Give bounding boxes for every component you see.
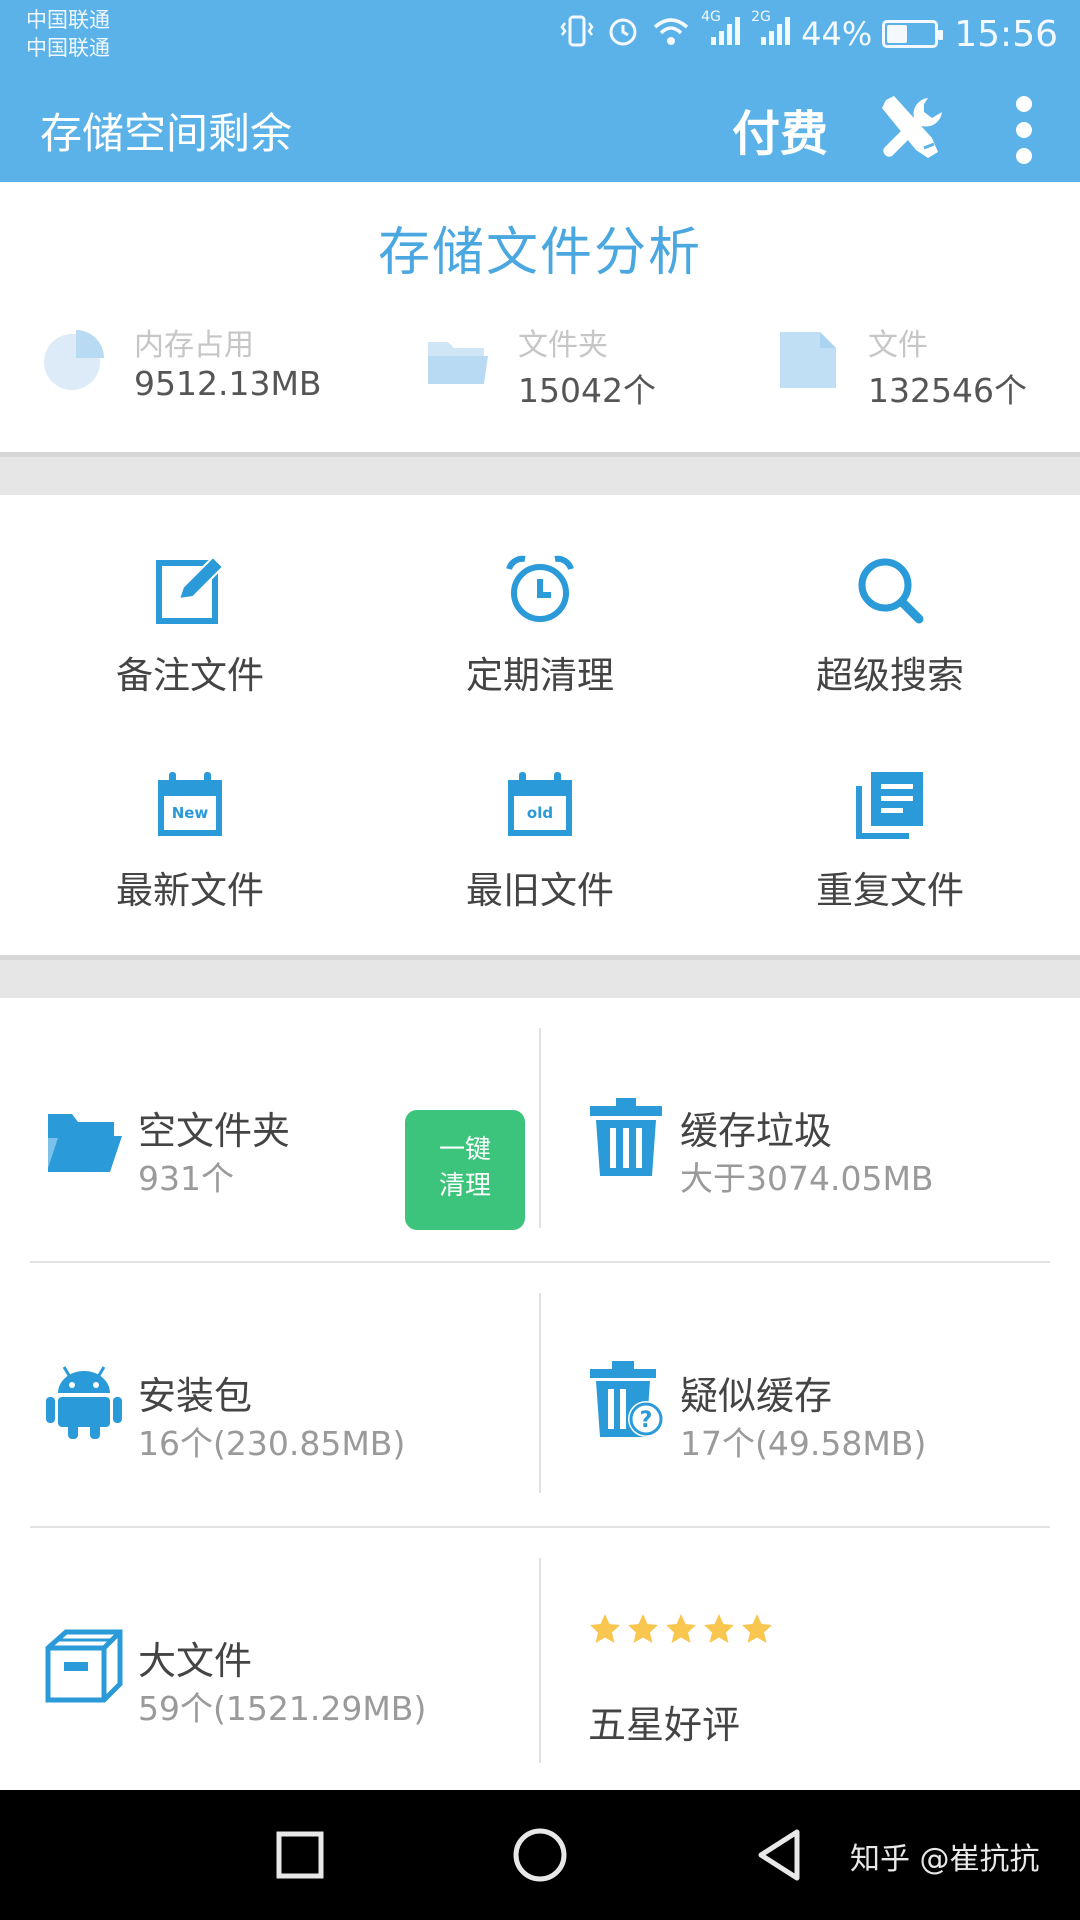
tool-newest-files[interactable]: New 最新文件 [10, 710, 370, 920]
watermark: 知乎 @崔抗抗 [850, 1842, 1040, 1877]
tool-label: 备注文件 [116, 654, 264, 697]
svg-text:?: ? [640, 1408, 653, 1433]
item-subtitle: 59个(1521.29MB) [138, 1689, 427, 1728]
calendar-new-icon: New [155, 770, 225, 840]
tools-icon[interactable] [872, 90, 948, 166]
item-subtitle: 16个(230.85MB) [138, 1424, 406, 1463]
item-cache-junk[interactable]: 缓存垃圾 大于3074.05MB [570, 1038, 1080, 1248]
calendar-badge-new: New [171, 804, 209, 822]
star-icon [590, 1614, 620, 1643]
calendar-old-icon: old [505, 770, 575, 840]
item-subtitle: 931个 [138, 1159, 234, 1198]
alarm-clock-icon [505, 555, 575, 625]
signal-4g-label: 4G [701, 8, 721, 25]
tool-label: 定期清理 [466, 654, 614, 697]
signal-4g-icon: 4G [701, 9, 741, 56]
storage-analysis-panel: 存储文件分析 内存占用 9512.13MB 文件夹 15042个 文件 1325… [0, 182, 1080, 452]
signal-2g-icon: 2G [751, 9, 791, 56]
star-icon [704, 1614, 734, 1643]
tool-label: 最新文件 [116, 869, 264, 912]
item-five-star-rating[interactable]: 五星好评 [588, 1568, 1080, 1778]
recents-button[interactable] [265, 1820, 335, 1890]
carrier-info: 中国联通 中国联通 [26, 6, 110, 62]
stat-value: 132546个 [868, 371, 1027, 410]
clock: 15:56 [954, 13, 1058, 55]
cleaning-list: 空文件夹 931个 一键 清理 缓存垃圾 大于3074.05MB 安装包 16个… [0, 998, 1080, 1790]
item-title: 安装包 [138, 1374, 253, 1418]
item-title: 缓存垃圾 [680, 1109, 833, 1153]
home-button[interactable] [505, 1820, 575, 1890]
battery-icon [882, 20, 944, 48]
stat-label: 文件 [868, 328, 928, 363]
pay-button[interactable]: 付费 [732, 94, 828, 164]
carrier-label-1: 中国联通 [26, 8, 110, 32]
navigation-bar: 知乎 @崔抗抗 [0, 1790, 1080, 1920]
item-subtitle: 大于3074.05MB [680, 1159, 934, 1198]
android-icon [44, 1361, 124, 1441]
one-click-line-2: 清理 [438, 1171, 491, 1201]
back-button[interactable] [745, 1820, 815, 1890]
status-bar: 中国联通 中国联通 4G 2G 44% 15:56 [0, 0, 1080, 70]
star-icon [666, 1614, 696, 1643]
item-apk[interactable]: 安装包 16个(230.85MB) [30, 1303, 540, 1513]
section-divider [0, 955, 1080, 998]
one-click-clean-button[interactable]: 一键 清理 [405, 1110, 525, 1230]
stat-label: 文件夹 [518, 328, 608, 363]
item-subtitle: 17个(49.58MB) [680, 1424, 927, 1463]
folder-icon [426, 328, 490, 392]
more-options-icon[interactable] [1010, 92, 1038, 168]
tool-scheduled-clean[interactable]: 定期清理 [360, 495, 720, 705]
rating-label: 五星好评 [588, 1703, 741, 1747]
stat-value: 9512.13MB [134, 364, 322, 403]
star-icon [742, 1614, 772, 1643]
item-empty-folders[interactable]: 空文件夹 931个 一键 清理 [30, 1038, 540, 1248]
calendar-badge-old: old [526, 804, 554, 822]
status-indicators: 4G 2G 44% 15:56 [559, 9, 1058, 56]
pie-chart-icon [42, 328, 106, 392]
trash-icon [588, 1098, 668, 1178]
alarm-icon [605, 13, 641, 56]
tool-label: 超级搜索 [816, 654, 964, 697]
item-title: 空文件夹 [138, 1109, 291, 1153]
app-title: 存储空间剩余 [40, 109, 293, 158]
row-divider [30, 1261, 1050, 1263]
one-click-line-1: 一键 [438, 1135, 491, 1165]
trash-question-icon: ? [588, 1361, 668, 1441]
edit-note-icon [155, 555, 225, 625]
file-icon [776, 328, 840, 392]
archive-box-icon [44, 1626, 124, 1706]
tool-super-search[interactable]: 超级搜索 [710, 495, 1070, 705]
open-folder-icon [44, 1102, 124, 1182]
tool-label: 最旧文件 [466, 869, 614, 912]
item-title: 疑似缓存 [680, 1374, 833, 1418]
tool-duplicate-files[interactable]: 重复文件 [710, 710, 1070, 920]
item-big-files[interactable]: 大文件 59个(1521.29MB) [30, 1568, 540, 1778]
tool-note-files[interactable]: 备注文件 [10, 495, 370, 705]
star-rating [588, 1612, 788, 1652]
star-icon [628, 1614, 658, 1643]
search-icon [855, 555, 925, 625]
item-title: 大文件 [138, 1639, 253, 1683]
wifi-icon [651, 13, 691, 56]
tools-grid: 备注文件 定期清理 超级搜索 New 最新文件 old 最旧文件 重复文件 [0, 495, 1080, 955]
analysis-title: 存储文件分析 [377, 223, 702, 283]
tool-label: 重复文件 [816, 869, 964, 912]
stat-label: 内存占用 [134, 328, 254, 363]
row-divider [30, 1526, 1050, 1528]
battery-fill [887, 25, 908, 43]
signal-2g-label: 2G [751, 8, 771, 25]
stat-value: 15042个 [518, 371, 656, 410]
vibrate-icon [559, 13, 595, 56]
item-suspect-cache[interactable]: ? 疑似缓存 17个(49.58MB) [570, 1303, 1080, 1513]
duplicate-files-icon [855, 770, 925, 840]
battery-percent: 44% [801, 15, 873, 53]
carrier-label-2: 中国联通 [26, 36, 110, 60]
app-bar: 存储空间剩余 付费 [0, 70, 1080, 182]
section-divider [0, 452, 1080, 495]
tool-oldest-files[interactable]: old 最旧文件 [360, 710, 720, 920]
